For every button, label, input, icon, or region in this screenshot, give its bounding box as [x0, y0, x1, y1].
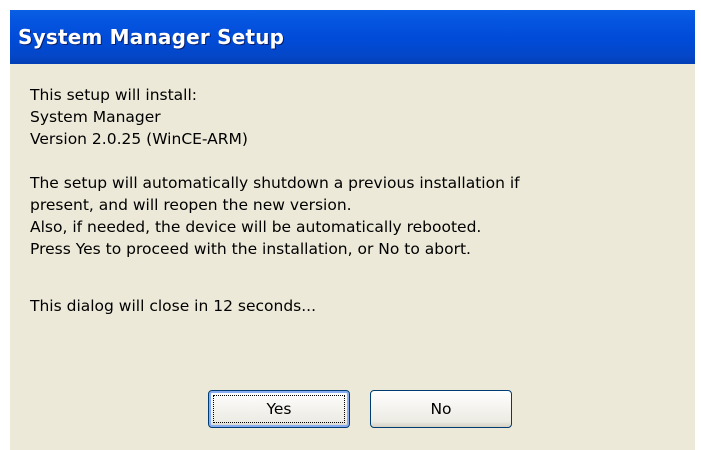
dialog-title: System Manager Setup	[18, 25, 285, 49]
yes-button[interactable]: Yes	[208, 390, 350, 428]
yes-button-label: Yes	[266, 400, 292, 418]
setup-dialog: System Manager Setup This setup will ins…	[10, 10, 695, 450]
info-line-4: Press Yes to proceed with the installati…	[30, 240, 471, 258]
button-row: Yes No	[208, 390, 512, 428]
title-bar[interactable]: System Manager Setup	[10, 10, 695, 64]
no-button-label: No	[430, 400, 452, 418]
info-line-1: The setup will automatically shutdown a …	[30, 174, 520, 192]
dialog-body: This setup will install: System Manager …	[10, 64, 695, 317]
version-text: Version 2.0.25 (WinCE-ARM)	[30, 130, 248, 148]
install-intro-text: This setup will install:	[30, 86, 198, 104]
product-name-text: System Manager	[30, 108, 161, 126]
info-line-2: present, and will reopen the new version…	[30, 196, 352, 214]
no-button[interactable]: No	[370, 390, 512, 428]
info-line-3: Also, if needed, the device will be auto…	[30, 218, 482, 236]
countdown-text: This dialog will close in 12 seconds...	[30, 297, 317, 315]
